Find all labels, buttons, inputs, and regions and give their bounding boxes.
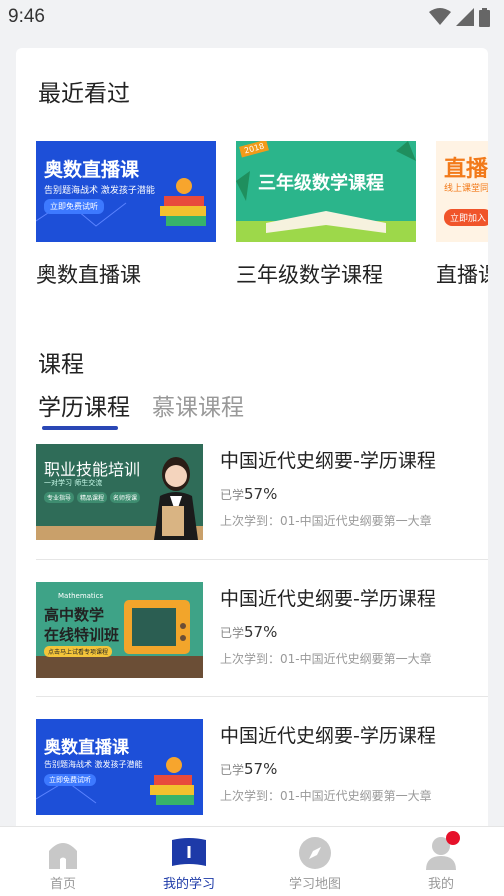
tab-my-learning[interactable]: 我的学习	[126, 827, 252, 896]
recent-section-title: 最近看过	[38, 81, 130, 107]
course-progress: 已学57%	[220, 759, 277, 778]
active-tab-indicator	[42, 426, 118, 430]
course-tabs: 学历课程 慕课课程	[38, 388, 244, 430]
last-studied: 上次学到：01-中国近代史纲要第一大章	[220, 652, 432, 666]
last-studied: 上次学到：01-中国近代史纲要第一大章	[220, 514, 432, 528]
recent-item-label: 直播课	[436, 263, 488, 287]
thumb-tag: 精品课程	[77, 492, 108, 503]
notification-badge	[446, 831, 460, 845]
thumb-button: 点击马上试看专项课程	[44, 646, 113, 657]
course-item[interactable]: Mathematics 高中数学 在线特训班 点击马上试看专项课程 中国近代史纲…	[36, 582, 488, 678]
row-divider	[36, 559, 488, 560]
compass-icon	[297, 835, 333, 871]
recent-item-label: 奥数直播课	[36, 263, 141, 287]
tab-label: 学习地图	[288, 877, 341, 892]
thumb-title: 职业技能培训	[44, 460, 141, 479]
book-icon	[171, 835, 207, 871]
recent-item[interactable]: 直播 线上课堂同 立即加入 直播课	[436, 141, 488, 287]
thumb-tag: Mathematics	[58, 592, 104, 600]
tab-learning-map[interactable]: 学习地图	[252, 827, 378, 896]
signal-icon	[456, 8, 474, 26]
recent-thumbnail: 直播 线上课堂同 立即加入	[436, 141, 488, 242]
recent-item-label: 三年级数学课程	[236, 263, 383, 287]
last-studied: 上次学到：01-中国近代史纲要第一大章	[220, 789, 432, 803]
thumb-subtitle: 一对学习 师生交流	[44, 479, 103, 487]
thumb-subtitle: 告别题海战术 激发孩子潜能	[44, 186, 155, 196]
tab-label: 慕课课程	[152, 395, 244, 421]
home-icon	[45, 835, 81, 871]
thumb-button: 立即免费试听	[44, 774, 96, 786]
courses-section-title: 课程	[38, 352, 84, 378]
progress-value: 57%	[244, 760, 278, 778]
thumb-title: 直播	[444, 157, 488, 182]
course-progress: 已学57%	[220, 622, 277, 641]
thumb-button: 立即免费试听	[44, 199, 104, 214]
thumb-button: 立即加入	[444, 209, 488, 226]
tab-home[interactable]: 首页	[0, 827, 126, 896]
thumb-tag: 名师授课	[110, 492, 141, 503]
thumb-title: 奥数直播课	[44, 738, 129, 758]
battery-icon	[479, 7, 490, 27]
recent-item[interactable]: 2018 三年级数学课程 三年级数学课程	[236, 141, 416, 287]
thumb-subtitle: 告别题海战术 激发孩子潜能	[44, 760, 143, 769]
course-title: 中国近代史纲要-学历课程	[220, 588, 436, 610]
thumb-subtitle: 线上课堂同	[444, 184, 488, 194]
bottom-tab-bar: 首页 我的学习 学习地图 我的	[0, 826, 504, 896]
row-divider	[36, 696, 488, 697]
tab-profile[interactable]: 我的	[378, 827, 504, 896]
content-card: 最近看过 奥数直播课 告别题海战术 激发孩子潜能 立即免费试听 奥数直播课 20…	[16, 48, 488, 840]
thumb-title: 三年级数学课程	[258, 173, 384, 194]
status-time: 9:46	[8, 6, 45, 27]
tab-label: 首页	[49, 877, 76, 892]
course-title: 中国近代史纲要-学历课程	[220, 450, 436, 472]
progress-label: 已学	[220, 488, 245, 502]
status-bar: 9:46	[0, 0, 504, 34]
recent-thumbnail: 2018 三年级数学课程	[236, 141, 416, 242]
course-thumbnail: 职业技能培训 一对学习 师生交流 专业指导 精品课程 名师授课	[36, 444, 203, 540]
thumb-title: 奥数直播课	[44, 159, 140, 181]
course-progress: 已学57%	[220, 484, 277, 503]
status-icons	[429, 7, 490, 27]
thumb-title: 高中数学	[44, 606, 105, 624]
course-title: 中国近代史纲要-学历课程	[220, 725, 436, 747]
tab-label: 我的	[427, 877, 454, 892]
tab-label: 学历课程	[38, 395, 130, 421]
course-thumbnail: Mathematics 高中数学 在线特训班 点击马上试看专项课程	[36, 582, 203, 678]
course-thumbnail: 奥数直播课 告别题海战术 激发孩子潜能 立即免费试听	[36, 719, 203, 815]
progress-label: 已学	[220, 763, 245, 777]
thumb-tag: 专业指导	[44, 492, 75, 503]
tab-label: 我的学习	[162, 877, 215, 892]
recent-thumbnail: 奥数直播课 告别题海战术 激发孩子潜能 立即免费试听	[36, 141, 216, 242]
progress-value: 57%	[244, 623, 278, 641]
course-item[interactable]: 奥数直播课 告别题海战术 激发孩子潜能 立即免费试听 中国近代史纲要-学历课程 …	[36, 719, 488, 815]
thumb-tags: 专业指导 精品课程 名师授课	[44, 492, 141, 503]
tab-mooc-courses[interactable]: 慕课课程	[152, 388, 244, 422]
thumb-title-line2: 在线特训班	[44, 626, 120, 644]
tab-academic-courses[interactable]: 学历课程	[38, 388, 130, 430]
progress-value: 57%	[244, 485, 278, 503]
course-item[interactable]: 职业技能培训 一对学习 师生交流 专业指导 精品课程 名师授课 中国近代史纲要-…	[36, 444, 488, 540]
recent-item[interactable]: 奥数直播课 告别题海战术 激发孩子潜能 立即免费试听 奥数直播课	[36, 141, 216, 287]
wifi-icon	[429, 8, 451, 25]
progress-label: 已学	[220, 626, 245, 640]
